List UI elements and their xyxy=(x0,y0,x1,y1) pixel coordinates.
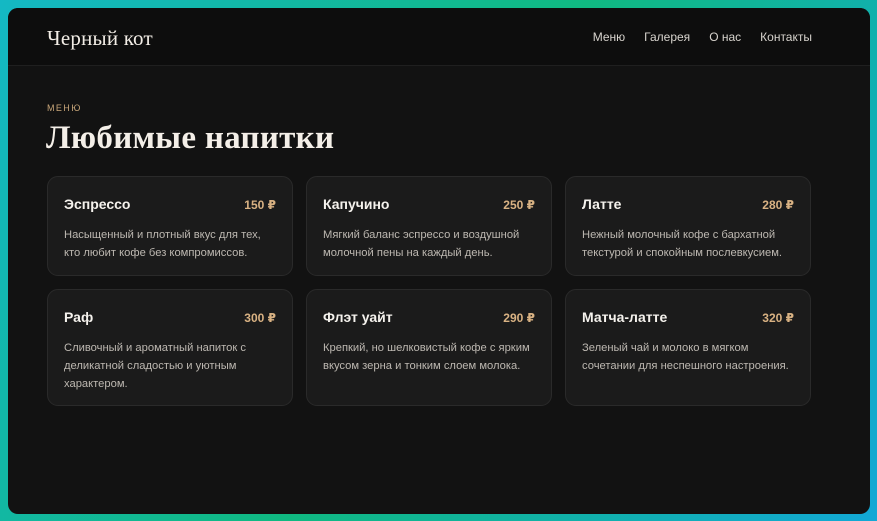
section-eyebrow: МЕНЮ xyxy=(47,103,82,113)
item-price: 150 ₽ xyxy=(244,198,276,212)
site-header: Черный кот Меню Галерея О нас Контакты xyxy=(8,8,870,66)
brand-logo[interactable]: Черный кот xyxy=(47,26,153,51)
card-header: Раф 300 ₽ xyxy=(64,309,276,325)
item-price: 300 ₽ xyxy=(244,311,276,325)
card-header: Флэт уайт 290 ₽ xyxy=(323,309,535,325)
item-description: Мягкий баланс эспрессо и воздушной молоч… xyxy=(323,229,520,259)
menu-grid: Эспрессо 150 ₽ Насыщенный и плотный вкус… xyxy=(47,176,812,406)
browser-window: Черный кот Меню Галерея О нас Контакты М… xyxy=(8,8,870,514)
section-title: Любимые напитки xyxy=(46,120,335,156)
item-description: Зеленый чай и молоко в мягком сочетании … xyxy=(582,342,789,372)
main-nav: Меню Галерея О нас Контакты xyxy=(593,30,812,44)
menu-card-raf[interactable]: Раф 300 ₽ Сливочный и ароматный напиток … xyxy=(47,289,293,406)
nav-item-menu[interactable]: Меню xyxy=(593,30,625,44)
menu-card-espresso[interactable]: Эспрессо 150 ₽ Насыщенный и плотный вкус… xyxy=(47,176,293,276)
item-name: Флэт уайт xyxy=(323,309,393,325)
item-description: Сливочный и ароматный напиток с деликатн… xyxy=(64,342,246,390)
menu-card-flat-white[interactable]: Флэт уайт 290 ₽ Крепкий, но шелковистый … xyxy=(306,289,552,406)
item-description: Крепкий, но шелковистый кофе с ярким вку… xyxy=(323,342,530,372)
item-price: 280 ₽ xyxy=(762,198,794,212)
card-header: Латте 280 ₽ xyxy=(582,196,794,212)
item-price: 320 ₽ xyxy=(762,311,794,325)
item-price: 290 ₽ xyxy=(503,311,535,325)
item-description: Насыщенный и плотный вкус для тех, кто л… xyxy=(64,229,261,259)
item-name: Латте xyxy=(582,196,622,212)
card-header: Эспрессо 150 ₽ xyxy=(64,196,276,212)
item-name: Матча-латте xyxy=(582,309,668,325)
item-name: Эспрессо xyxy=(64,196,131,212)
item-name: Раф xyxy=(64,309,94,325)
nav-item-contacts[interactable]: Контакты xyxy=(760,30,812,44)
nav-item-about[interactable]: О нас xyxy=(709,30,741,44)
item-description: Нежный молочный кофе с бархатной текстур… xyxy=(582,229,783,259)
nav-item-gallery[interactable]: Галерея xyxy=(644,30,690,44)
menu-card-cappuccino[interactable]: Капучино 250 ₽ Мягкий баланс эспрессо и … xyxy=(306,176,552,276)
card-header: Капучино 250 ₽ xyxy=(323,196,535,212)
item-price: 250 ₽ xyxy=(503,198,535,212)
menu-card-latte[interactable]: Латте 280 ₽ Нежный молочный кофе с барха… xyxy=(565,176,811,276)
menu-card-matcha-latte[interactable]: Матча-латте 320 ₽ Зеленый чай и молоко в… xyxy=(565,289,811,406)
item-name: Капучино xyxy=(323,196,390,212)
card-header: Матча-латте 320 ₽ xyxy=(582,309,794,325)
